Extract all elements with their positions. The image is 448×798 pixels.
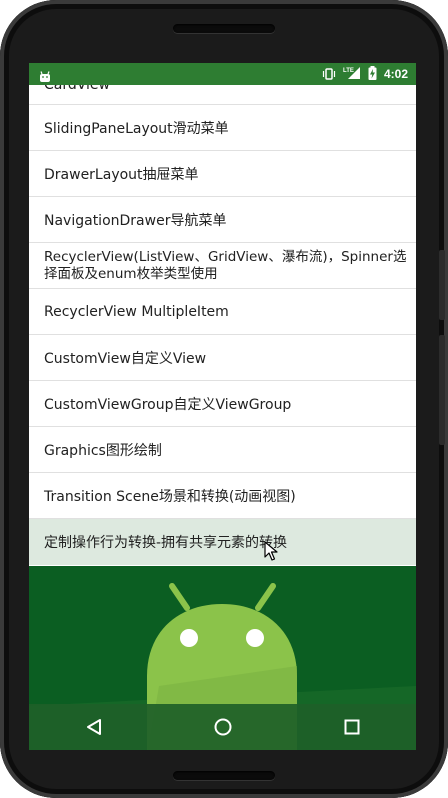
list-item[interactable]: Transition Scene场景和转换(动画视图) bbox=[29, 473, 416, 519]
android-notification-icon bbox=[39, 67, 51, 86]
list-item-label: 定制操作行为转换-拥有共享元素的转换 bbox=[44, 535, 288, 551]
list-item[interactable]: CardView bbox=[29, 85, 416, 105]
list-item[interactable]: RecyclerView MultipleItem bbox=[29, 289, 416, 335]
home-icon bbox=[214, 718, 231, 736]
list-item-selected[interactable]: 定制操作行为转换-拥有共享元素的转换 bbox=[29, 519, 416, 565]
mouse-cursor-icon bbox=[264, 541, 278, 565]
phone-frame: LTE 4:02 CardView SlidingPaneLayout滑动菜单 … bbox=[0, 0, 448, 798]
list-item[interactable]: CustomViewGroup自定义ViewGroup bbox=[29, 381, 416, 427]
lte-label: LTE bbox=[343, 68, 354, 74]
list-item-label: Transition Scene场景和转换(动画视图) bbox=[44, 488, 296, 505]
list-item-label: RecyclerView(ListView、GridView、瀑布流)，Spin… bbox=[44, 248, 407, 282]
top-speaker bbox=[173, 24, 275, 33]
power-button[interactable] bbox=[439, 250, 445, 320]
list-item[interactable]: Graphics图形绘制 bbox=[29, 427, 416, 473]
bottom-speaker bbox=[173, 771, 275, 780]
back-button[interactable] bbox=[74, 707, 114, 747]
status-bar: LTE 4:02 bbox=[29, 63, 416, 85]
status-icons: LTE 4:02 bbox=[322, 63, 408, 85]
list-item[interactable]: CustomView自定义View bbox=[29, 335, 416, 381]
device-screen: LTE 4:02 CardView SlidingPaneLayout滑动菜单 … bbox=[29, 63, 416, 750]
list-item-label: CardView bbox=[44, 85, 110, 93]
volume-button[interactable] bbox=[439, 335, 445, 445]
list-item[interactable]: NavigationDrawer导航菜单 bbox=[29, 197, 416, 243]
list-item[interactable]: RecyclerView(ListView、GridView、瀑布流)，Spin… bbox=[29, 243, 416, 289]
navigation-bar bbox=[29, 704, 416, 750]
list-item-label: Graphics图形绘制 bbox=[44, 442, 162, 459]
list-item-label: CustomViewGroup自定义ViewGroup bbox=[44, 396, 292, 413]
recents-button[interactable] bbox=[332, 707, 372, 747]
vibrate-icon bbox=[322, 65, 336, 84]
list-item[interactable]: DrawerLayout抽屉菜单 bbox=[29, 151, 416, 197]
status-time: 4:02 bbox=[383, 67, 408, 81]
list-item[interactable]: SlidingPaneLayout滑动菜单 bbox=[29, 105, 416, 151]
demo-list: CardView SlidingPaneLayout滑动菜单 DrawerLay… bbox=[29, 85, 416, 565]
recents-icon bbox=[344, 719, 359, 735]
list-item-label: DrawerLayout抽屉菜单 bbox=[44, 166, 199, 183]
list-item-label: CustomView自定义View bbox=[44, 350, 207, 367]
back-icon bbox=[86, 719, 101, 735]
battery-charging-icon bbox=[368, 65, 377, 84]
list-item-label: SlidingPaneLayout滑动菜单 bbox=[44, 120, 229, 137]
list-item-label: RecyclerView MultipleItem bbox=[44, 303, 229, 320]
lte-signal-icon: LTE bbox=[343, 65, 361, 84]
home-button[interactable] bbox=[203, 707, 243, 747]
list-item-label: NavigationDrawer导航菜单 bbox=[44, 212, 227, 229]
